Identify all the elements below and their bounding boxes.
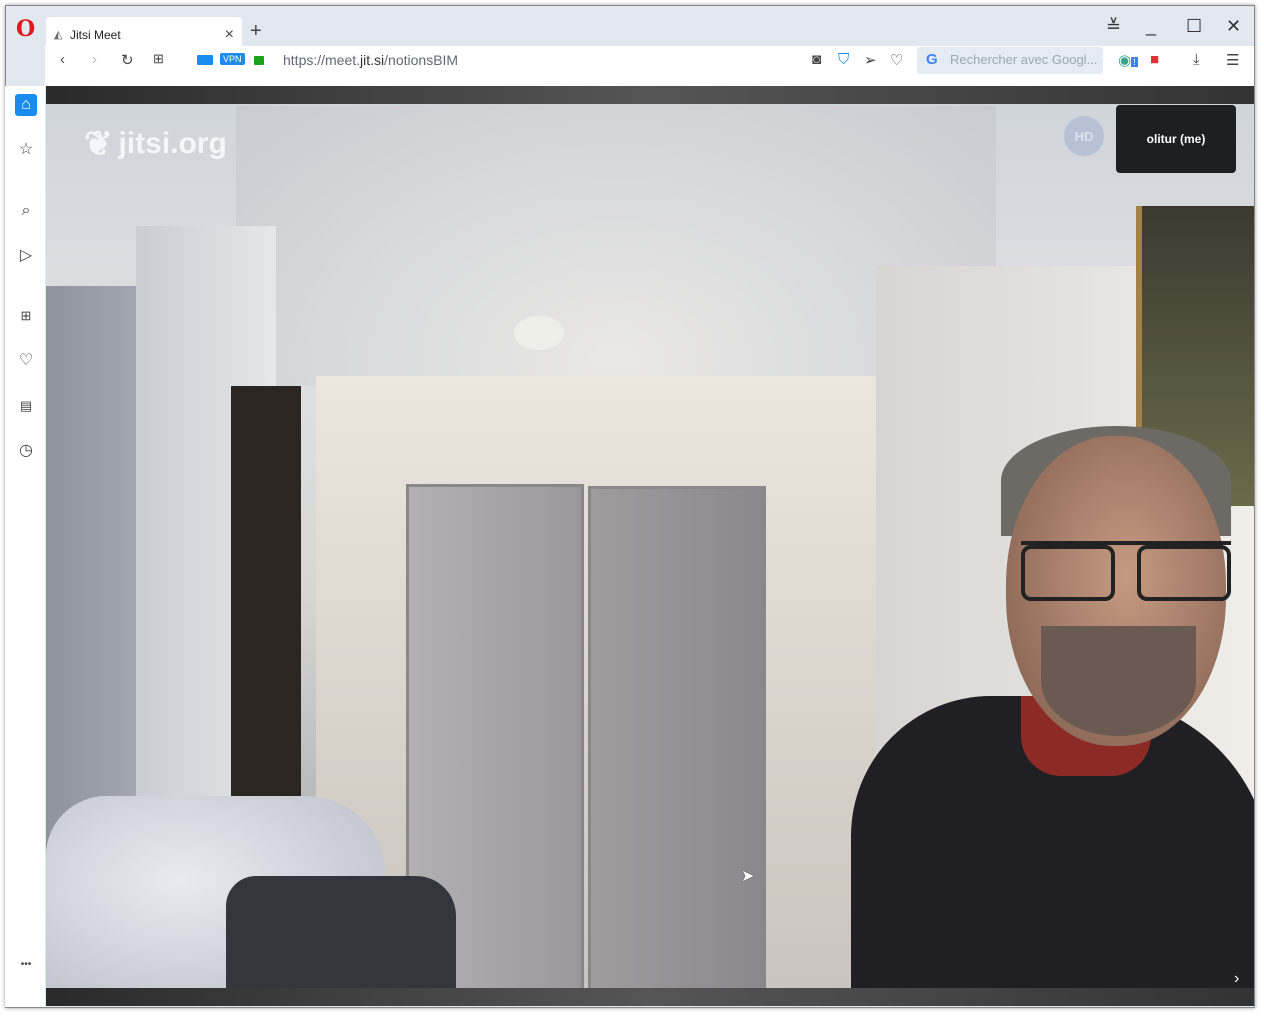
video-stage[interactable]: ❦ jitsi.org HD olitur (me) ➤ › bbox=[46, 86, 1254, 1006]
download-icon[interactable]: ⤓ bbox=[1193, 51, 1200, 68]
toggle-filmstrip-icon[interactable]: › bbox=[1234, 970, 1239, 988]
video-quality-badge[interactable]: HD bbox=[1064, 116, 1104, 156]
sidebar-star-icon[interactable]: ☆ bbox=[15, 139, 37, 161]
new-tab-button[interactable]: + bbox=[250, 20, 262, 43]
minimize-button[interactable]: _ bbox=[1146, 16, 1156, 37]
adblock-shield-icon[interactable]: ⛉ bbox=[838, 51, 849, 68]
camera-in-use-icon[interactable] bbox=[197, 55, 213, 65]
jitsi-favicon-icon: ◭ bbox=[54, 28, 63, 41]
sidebar: ⌂ ☆ ⌕ ▷ ⊞ ♡ ▤ ◷ ••• bbox=[5, 86, 45, 1007]
sidebar-grid-icon[interactable]: ⊞ bbox=[15, 305, 37, 327]
back-icon[interactable]: ‹ bbox=[60, 51, 65, 68]
vpn-badge[interactable]: VPN bbox=[220, 53, 245, 65]
sidebar-send-icon[interactable]: ▷ bbox=[15, 245, 37, 267]
local-video-thumbnail[interactable]: olitur (me) bbox=[1116, 105, 1236, 173]
extension-icon[interactable]: ◉! bbox=[1118, 51, 1138, 69]
url-field[interactable]: https://meet.jit.si/notionsBIM bbox=[283, 52, 458, 68]
reload-icon[interactable]: ↻ bbox=[121, 51, 134, 69]
jitsi-logo-icon: ❦ bbox=[84, 125, 113, 163]
sidebar-heart-icon[interactable]: ♡ bbox=[15, 350, 37, 372]
google-icon: G bbox=[926, 51, 938, 68]
sidebar-more-icon[interactable]: ••• bbox=[15, 954, 37, 976]
snapshot-icon[interactable]: ◙ bbox=[812, 51, 821, 68]
extension-magic-icon[interactable]: ■ bbox=[1150, 51, 1159, 68]
close-window-button[interactable]: ✕ bbox=[1226, 16, 1241, 37]
jitsi-logo[interactable]: ❦ jitsi.org bbox=[84, 124, 227, 164]
tab-menu-icon[interactable]: ≚ bbox=[1106, 16, 1121, 37]
heart-icon[interactable]: ♡ bbox=[890, 51, 903, 69]
participant-name: olitur (me) bbox=[1146, 132, 1206, 146]
mouse-cursor-icon: ➤ bbox=[741, 868, 755, 885]
easy-setup-icon[interactable]: ☰ bbox=[1226, 51, 1239, 69]
send-icon[interactable]: ➢ bbox=[864, 51, 877, 69]
speed-dial-icon[interactable]: ⊞ bbox=[153, 51, 164, 67]
sidebar-home-icon[interactable]: ⌂ bbox=[15, 94, 37, 116]
tab-title: Jitsi Meet bbox=[70, 27, 121, 42]
search-input[interactable]: G Rechercher avec Googl... bbox=[917, 47, 1103, 74]
sidebar-news-icon[interactable]: ▤ bbox=[15, 395, 37, 417]
sidebar-history-icon[interactable]: ◷ bbox=[15, 440, 37, 462]
close-tab-icon[interactable]: × bbox=[225, 26, 234, 44]
opera-logo-icon[interactable]: O bbox=[16, 16, 35, 42]
maximize-button[interactable]: ☐ bbox=[1186, 16, 1202, 37]
sidebar-search-icon[interactable]: ⌕ bbox=[15, 200, 37, 222]
forward-icon[interactable]: › bbox=[92, 51, 97, 68]
lock-icon[interactable] bbox=[254, 56, 264, 65]
